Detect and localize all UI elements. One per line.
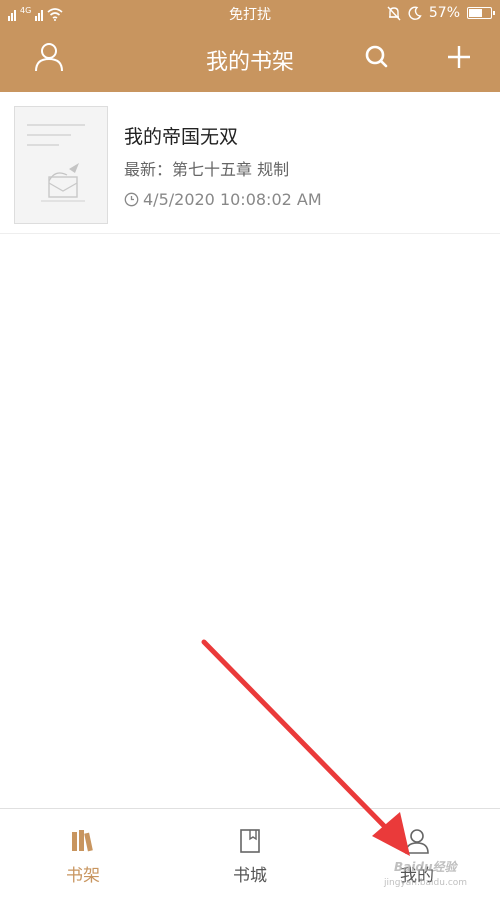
profile-icon <box>405 829 429 854</box>
latest-chapter-text: 第七十五章 规制 <box>172 160 290 179</box>
moon-icon <box>408 6 422 20</box>
plus-icon[interactable] <box>442 40 476 74</box>
battery-fill <box>469 9 483 17</box>
status-bar: 4G 免打扰 57% <box>0 0 500 26</box>
baidu-watermark: Baidu经验 <box>394 860 457 874</box>
bookshelf-item[interactable]: 我的帝国无双 最新： 第七十五章 规制 4/5/2020 10:08:02 AM <box>0 92 500 234</box>
book-cover-placeholder-icon <box>27 124 85 202</box>
tab-mine[interactable]: 我的 <box>334 809 500 902</box>
store-icon <box>240 829 260 853</box>
nav-bar: 我的书架 <box>0 26 500 92</box>
book-latest-chapter: 最新： 第七十五章 规制 <box>124 156 289 180</box>
books-icon <box>72 830 93 852</box>
bell-off-icon <box>387 6 401 20</box>
page-title: 我的书架 <box>205 50 294 75</box>
book-update-time: 4/5/2020 10:08:02 AM <box>124 190 322 209</box>
tab-bookshelf[interactable]: 书架 <box>0 809 166 902</box>
latest-label: 最新： <box>124 160 173 179</box>
app-header: 4G 免打扰 57% 我的书架 <box>0 0 500 92</box>
tab-label-bookstore: 书城 <box>233 866 267 886</box>
book-title: 我的帝国无双 <box>124 126 239 148</box>
tab-bookstore[interactable]: 书城 <box>167 809 333 902</box>
clock-icon <box>124 192 139 207</box>
time-text: 4/5/2020 10:08:02 AM <box>143 190 322 209</box>
battery-text: 57% <box>428 5 460 21</box>
book-cover <box>14 106 108 224</box>
search-icon[interactable] <box>360 40 394 74</box>
tab-label-bookshelf: 书架 <box>66 866 100 886</box>
status-right: 57% <box>387 3 495 23</box>
battery-icon <box>467 7 495 19</box>
baidu-watermark-url: jingyan.baidu.com <box>384 878 468 888</box>
